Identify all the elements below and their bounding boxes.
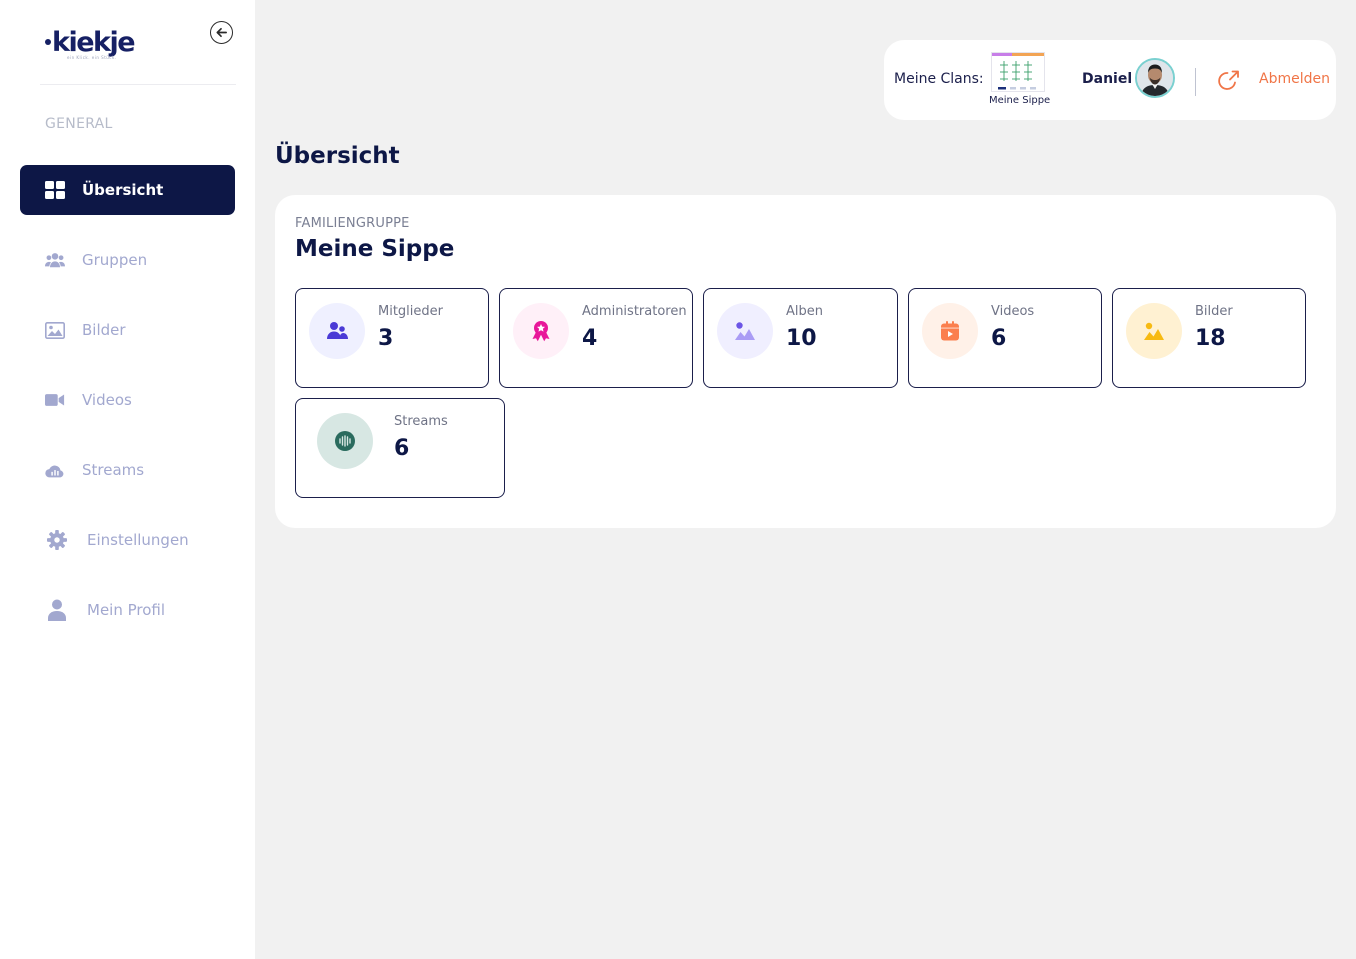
video-camera-icon — [45, 390, 65, 410]
stat-icon-circle — [1126, 303, 1182, 359]
stat-card-administratoren[interactable]: Administratoren 4 — [499, 288, 693, 388]
users-icon — [327, 322, 348, 339]
stat-icon-circle — [513, 303, 569, 359]
stat-card-bilder[interactable]: Bilder 18 — [1112, 288, 1306, 388]
stat-label: Streams — [394, 414, 448, 429]
video-calendar-icon — [941, 321, 959, 341]
sidebar-item-einstellungen[interactable]: Einstellungen — [20, 515, 235, 565]
stat-value: 18 — [1195, 326, 1226, 351]
sidebar-item-label: Einstellungen — [87, 531, 189, 549]
stat-card-mitglieder[interactable]: Mitglieder 3 — [295, 288, 489, 388]
group-type-label: FAMILIENGRUPPE — [295, 216, 410, 231]
stat-value: 10 — [786, 326, 817, 351]
group-overview-panel: FAMILIENGRUPPE Meine Sippe Mitglieder 3 … — [275, 195, 1336, 528]
award-icon — [532, 321, 550, 342]
logout-icon[interactable] — [1216, 69, 1240, 93]
user-header-card: Meine Clans: Meine Sippe Daniel Abmelden — [884, 40, 1336, 120]
brand-logo[interactable]: kiekje ein Klick. ein Stück. — [45, 27, 136, 60]
stat-label: Administratoren — [582, 304, 687, 319]
users-icon — [45, 250, 65, 270]
person-icon — [47, 599, 67, 621]
group-name: Meine Sippe — [295, 236, 455, 262]
arrow-left-icon — [216, 27, 227, 38]
stat-label: Videos — [991, 304, 1035, 319]
stat-card-alben[interactable]: Alben 10 — [703, 288, 898, 388]
sidebar-item-streams[interactable]: Streams — [20, 445, 235, 495]
dashboard-icon — [45, 180, 65, 200]
logo-tagline: ein Klick. ein Stück. — [67, 55, 117, 60]
logo-dot — [45, 39, 51, 45]
logo-wordmark: kiekje — [52, 27, 136, 58]
sidebar-item-gruppen[interactable]: Gruppen — [20, 235, 235, 285]
sidebar-divider — [40, 84, 236, 85]
sidebar-item-videos[interactable]: Videos — [20, 375, 235, 425]
collapse-sidebar-button[interactable] — [210, 21, 233, 44]
stat-value: 6 — [394, 436, 410, 461]
sidebar: kiekje ein Klick. ein Stück. GENERAL Übe… — [0, 0, 255, 959]
stat-icon-circle — [922, 303, 978, 359]
stat-value: 6 — [991, 326, 1007, 351]
sidebar-item-label: Streams — [82, 461, 145, 479]
sidebar-item-label: Videos — [82, 391, 132, 409]
sidebar-item-label: Mein Profil — [87, 601, 166, 619]
sidebar-item-mein-profil[interactable]: Mein Profil — [20, 585, 235, 635]
stat-label: Alben — [786, 304, 823, 319]
stat-label: Mitglieder — [378, 304, 443, 319]
stat-icon-circle — [317, 413, 373, 469]
sidebar-item-label: Gruppen — [82, 251, 148, 269]
clan-thumbnail[interactable] — [991, 52, 1045, 92]
audio-wave-icon — [335, 431, 355, 451]
sidebar-item-uebersicht[interactable]: Übersicht — [20, 165, 235, 215]
page-title: Übersicht — [275, 143, 400, 169]
cloud-chart-icon — [45, 460, 65, 480]
stat-card-videos[interactable]: Videos 6 — [908, 288, 1102, 388]
picture-icon — [1144, 322, 1164, 340]
stat-card-streams[interactable]: Streams 6 — [295, 398, 505, 498]
stat-value: 4 — [582, 326, 598, 351]
gear-icon — [47, 530, 67, 550]
clans-label: Meine Clans: — [894, 71, 984, 87]
stat-label: Bilder — [1195, 304, 1233, 319]
logout-button[interactable]: Abmelden — [1259, 71, 1330, 87]
sidebar-section-title: GENERAL — [45, 116, 113, 132]
sidebar-item-bilder[interactable]: Bilder — [20, 305, 235, 355]
clan-name[interactable]: Meine Sippe — [989, 95, 1050, 106]
image-icon — [45, 320, 65, 340]
sidebar-item-label: Übersicht — [82, 181, 164, 199]
user-name: Daniel — [1082, 71, 1133, 87]
header-divider — [1195, 68, 1196, 96]
album-icon — [735, 322, 755, 340]
stat-value: 3 — [378, 326, 394, 351]
stat-icon-circle — [309, 303, 365, 359]
stat-icon-circle — [717, 303, 773, 359]
sidebar-item-label: Bilder — [82, 321, 126, 339]
avatar[interactable] — [1135, 58, 1175, 98]
